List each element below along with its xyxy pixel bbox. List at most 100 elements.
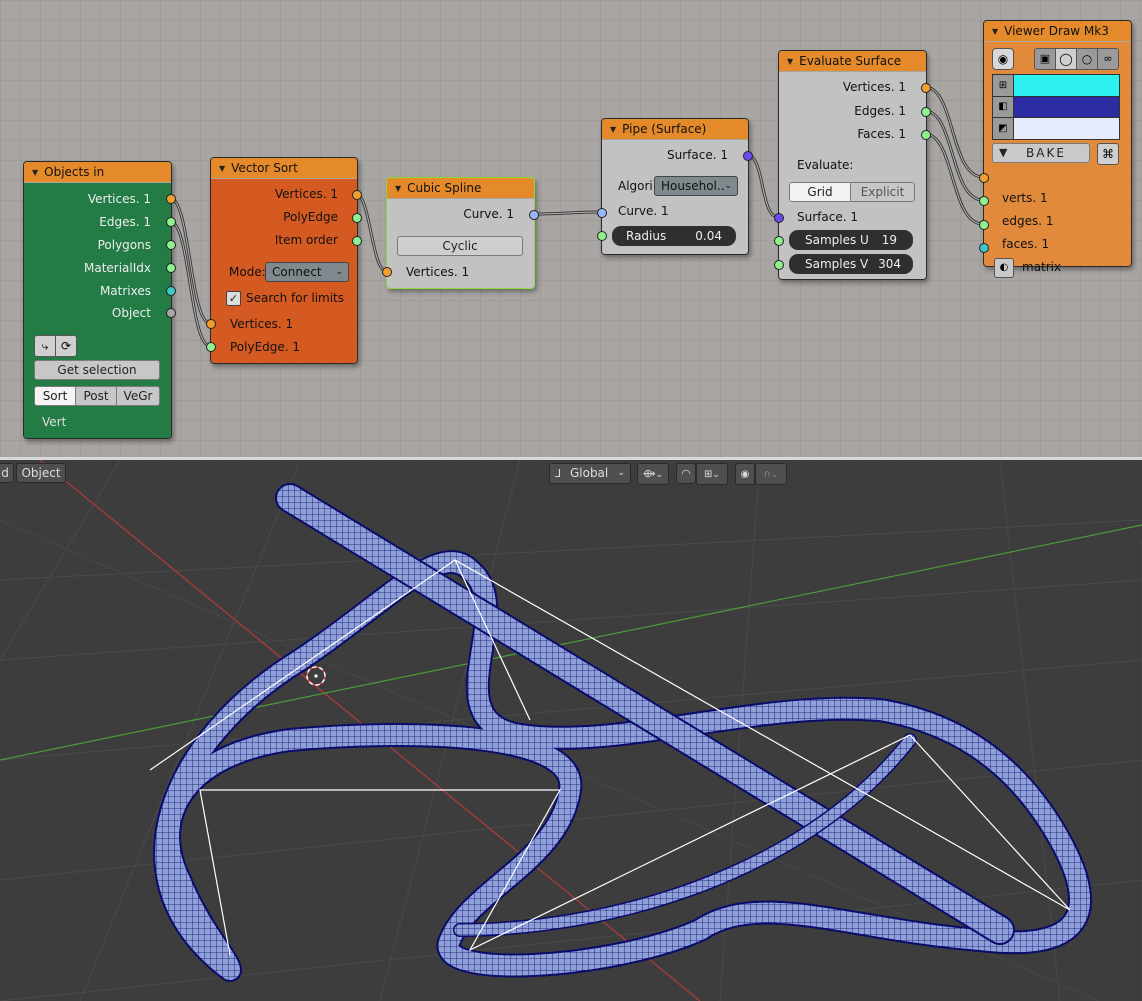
socket-output-curve[interactable] bbox=[529, 210, 539, 220]
collapse-triangle-icon[interactable]: ▼ bbox=[395, 179, 401, 198]
snap-toggle[interactable]: ◠ bbox=[676, 463, 696, 484]
socket-input-polyedge[interactable] bbox=[206, 342, 216, 352]
socket-input-verts[interactable] bbox=[979, 173, 989, 183]
verts-color-swatch[interactable] bbox=[1014, 75, 1119, 96]
mode-grid-button[interactable]: Grid bbox=[789, 182, 851, 202]
footer-label: Vert bbox=[42, 415, 67, 429]
collapse-triangle-icon[interactable]: ▼ bbox=[992, 22, 998, 41]
node-header[interactable]: ▼ Viewer Draw Mk3 bbox=[984, 21, 1131, 41]
snap-dropdown[interactable]: ⊞⌄ bbox=[696, 463, 728, 485]
socket-output-edges[interactable] bbox=[166, 217, 176, 227]
node-objects-in[interactable]: ▼ Objects in Vertices. 1 Edges. 1 Polygon… bbox=[23, 161, 172, 439]
samples-v-label: Samples V bbox=[805, 257, 869, 271]
pointer-icon[interactable]: ⤷ bbox=[34, 335, 56, 357]
samples-v-field[interactable]: Samples V 304 bbox=[789, 254, 913, 274]
radius-field[interactable]: Radius 0.04 bbox=[612, 226, 736, 246]
3d-viewport[interactable]: d Object ⅃ Global ⌄ ⟴⌄ ◠ ⊞⌄ ◉ ∩⌄ bbox=[0, 460, 1142, 1001]
node-vector-sort[interactable]: ▼ Vector Sort Vertices. 1 PolyEdge Item o… bbox=[210, 157, 358, 364]
node-header[interactable]: ▼ Vector Sort bbox=[211, 158, 357, 178]
orientation-dropdown[interactable]: ⅃ Global ⌄ bbox=[549, 463, 631, 484]
socket-input-edges[interactable] bbox=[979, 196, 989, 206]
socket-output-surface[interactable] bbox=[743, 151, 753, 161]
socket-output-vertices[interactable] bbox=[921, 83, 931, 93]
pivot-dropdown[interactable]: ⟴⌄ bbox=[637, 463, 669, 485]
tab-post[interactable]: Post bbox=[75, 386, 117, 406]
node-viewer-draw[interactable]: ▼ Viewer Draw Mk3 ◉ ▣ ◯ ○ ∞ ⊞ ◧ ◩ ▼ BAKE … bbox=[983, 20, 1132, 278]
socket-input-matrix[interactable] bbox=[979, 243, 989, 253]
collapse-triangle-icon[interactable]: ▼ bbox=[32, 163, 38, 182]
icon-buttons: ⤷ ⟳ bbox=[34, 335, 77, 357]
socket-input-curve[interactable] bbox=[597, 208, 607, 218]
output-label: Surface. 1 bbox=[667, 148, 728, 162]
samples-u-field[interactable]: Samples U 19 bbox=[789, 230, 913, 250]
node-cubic-spline[interactable]: ▼ Cubic Spline Curve. 1 Cyclic Vertices. … bbox=[386, 177, 535, 289]
socket-input-vertices[interactable] bbox=[206, 319, 216, 329]
socket-input-surface[interactable] bbox=[774, 213, 784, 223]
wire-sphere-icon[interactable]: ◯ bbox=[1055, 48, 1077, 70]
algorithm-value: Househol.. bbox=[661, 179, 725, 193]
socket-output-vertices[interactable] bbox=[352, 190, 362, 200]
socket-input-faces[interactable] bbox=[979, 220, 989, 230]
eye-icon[interactable]: ◉ bbox=[992, 48, 1014, 70]
node-title: Pipe (Surface) bbox=[622, 122, 707, 136]
mode-explicit-button[interactable]: Explicit bbox=[850, 182, 915, 202]
pivot-icon: ⟴ bbox=[642, 467, 656, 480]
display-mode-buttons: ▣ ◯ ○ ∞ bbox=[1034, 48, 1119, 70]
output-label: Edges. 1 bbox=[854, 104, 906, 118]
socket-output-object[interactable] bbox=[166, 308, 176, 318]
refresh-icon[interactable]: ⟳ bbox=[55, 335, 77, 357]
algorithm-dropdown[interactable]: Househol.. ⌄ bbox=[654, 176, 738, 196]
magnet-icon: ◠ bbox=[681, 467, 691, 480]
bake-button[interactable]: ▼ BAKE bbox=[992, 143, 1090, 163]
edges-color-swatch[interactable] bbox=[1014, 97, 1119, 117]
socket-output-faces[interactable] bbox=[921, 130, 931, 140]
socket-input-samples-v[interactable] bbox=[774, 260, 784, 270]
collapse-triangle-icon[interactable]: ▼ bbox=[219, 159, 225, 178]
get-selection-button[interactable]: Get selection bbox=[34, 360, 160, 380]
search-limits-checkbox[interactable]: ✓ bbox=[226, 291, 241, 306]
socket-output-polyedge[interactable] bbox=[352, 213, 362, 223]
radius-value: 0.04 bbox=[695, 229, 722, 243]
socket-input-samples-u[interactable] bbox=[774, 236, 784, 246]
socket-output-edges[interactable] bbox=[921, 107, 931, 117]
socket-output-vertices[interactable] bbox=[166, 194, 176, 204]
socket-input-vertices[interactable] bbox=[382, 267, 392, 277]
socket-output-polygons[interactable] bbox=[166, 240, 176, 250]
link-icon[interactable]: ∞ bbox=[1097, 48, 1119, 70]
output-label: Faces. 1 bbox=[857, 127, 906, 141]
faces-color-swatch[interactable] bbox=[1014, 118, 1119, 139]
collapse-triangle-icon[interactable]: ▼ bbox=[610, 120, 616, 139]
socket-input-radius[interactable] bbox=[597, 231, 607, 241]
mode-menu[interactable]: d bbox=[0, 463, 14, 483]
cyclic-toggle[interactable]: Cyclic bbox=[397, 236, 523, 256]
socket-output-materialidx[interactable] bbox=[166, 263, 176, 273]
color-swatches: ⊞ ◧ ◩ bbox=[992, 74, 1120, 140]
link bbox=[746, 153, 779, 219]
node-evaluate-surface[interactable]: ▼ Evaluate Surface Vertices. 1 Edges. 1 F… bbox=[778, 50, 927, 280]
output-label: PolyEdge bbox=[283, 210, 338, 224]
mode-dropdown[interactable]: Connect ⌄ bbox=[265, 262, 349, 282]
socket-output-matrixes[interactable] bbox=[166, 286, 176, 296]
socket-output-item-order[interactable] bbox=[352, 236, 362, 246]
tab-vegr[interactable]: VeGr bbox=[116, 386, 160, 406]
input-label: Vertices. 1 bbox=[230, 317, 294, 331]
proportional-editing-toggle[interactable]: ◉ bbox=[735, 463, 755, 485]
node-header[interactable]: ▼ Cubic Spline bbox=[387, 178, 534, 198]
node-header[interactable]: ▼ Evaluate Surface bbox=[779, 51, 926, 71]
link bbox=[924, 109, 984, 202]
settings-icon[interactable]: ⌘ bbox=[1097, 143, 1119, 165]
falloff-dropdown[interactable]: ∩⌄ bbox=[755, 463, 787, 485]
node-header[interactable]: ▼ Pipe (Surface) bbox=[602, 119, 748, 139]
sphere-icon[interactable]: ○ bbox=[1076, 48, 1098, 70]
chevron-down-icon: ⌄ bbox=[724, 181, 732, 191]
verts-icon: ⊞ bbox=[993, 75, 1013, 96]
tab-sort[interactable]: Sort bbox=[34, 386, 76, 406]
output-label: Object bbox=[111, 306, 151, 320]
node-editor[interactable]: ▼ Objects in Vertices. 1 Edges. 1 Polygon… bbox=[0, 0, 1142, 457]
evaluate-label: Evaluate: bbox=[797, 158, 854, 172]
node-pipe-surface[interactable]: ▼ Pipe (Surface) Surface. 1 Algori Househ… bbox=[601, 118, 749, 255]
node-header[interactable]: ▼ Objects in bbox=[24, 162, 171, 182]
cube-icon[interactable]: ▣ bbox=[1034, 48, 1056, 70]
collapse-triangle-icon[interactable]: ▼ bbox=[787, 52, 793, 71]
object-menu[interactable]: Object bbox=[16, 463, 66, 483]
